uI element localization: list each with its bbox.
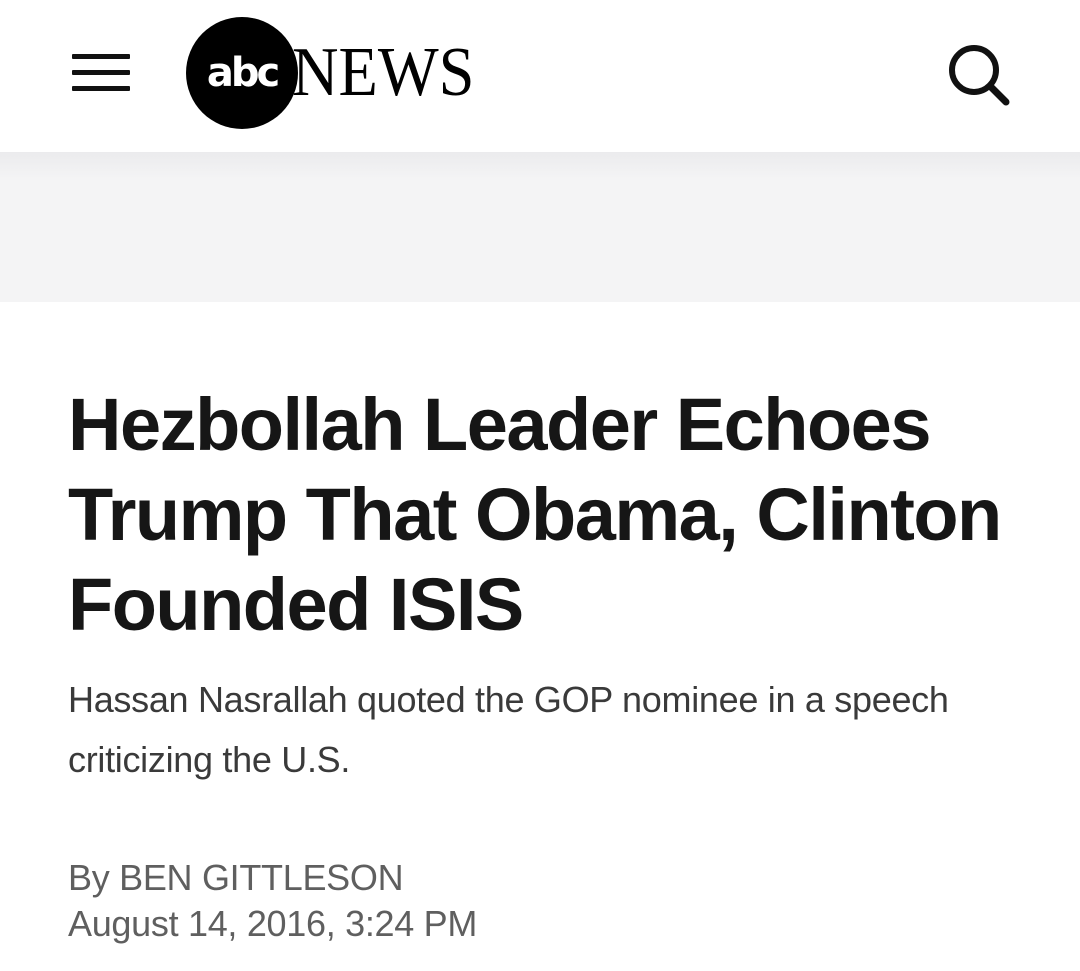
article-headline: Hezbollah Leader Echoes Trump That Obama… bbox=[68, 383, 1002, 646]
hamburger-menu-icon[interactable] bbox=[68, 50, 134, 96]
logo-wordmark: NEWS bbox=[292, 34, 475, 111]
abc-news-logo[interactable]: abc NEWS bbox=[186, 17, 526, 129]
publish-date: August 14, 2016, 3:24 PM bbox=[68, 903, 478, 944]
article-subhead: Hassan Nasrallah quoted the GOP nominee … bbox=[68, 679, 949, 780]
menu-bar bbox=[72, 70, 130, 75]
ad-placeholder bbox=[0, 152, 1080, 302]
byline-prefix: By bbox=[68, 857, 110, 898]
search-icon-glyph bbox=[949, 45, 1010, 106]
author-link[interactable]: BEN GITTLESON bbox=[119, 857, 403, 898]
menu-bar bbox=[72, 86, 130, 91]
logo-mark: abc bbox=[186, 17, 298, 129]
site-header: abc NEWS bbox=[0, 0, 1080, 152]
article-page: abc NEWS Hezbollah Leader Echoes Trump T… bbox=[0, 0, 1080, 971]
search-icon[interactable] bbox=[942, 38, 1012, 108]
menu-bar bbox=[72, 54, 130, 59]
byline: By BEN GITTLESON bbox=[68, 854, 404, 902]
